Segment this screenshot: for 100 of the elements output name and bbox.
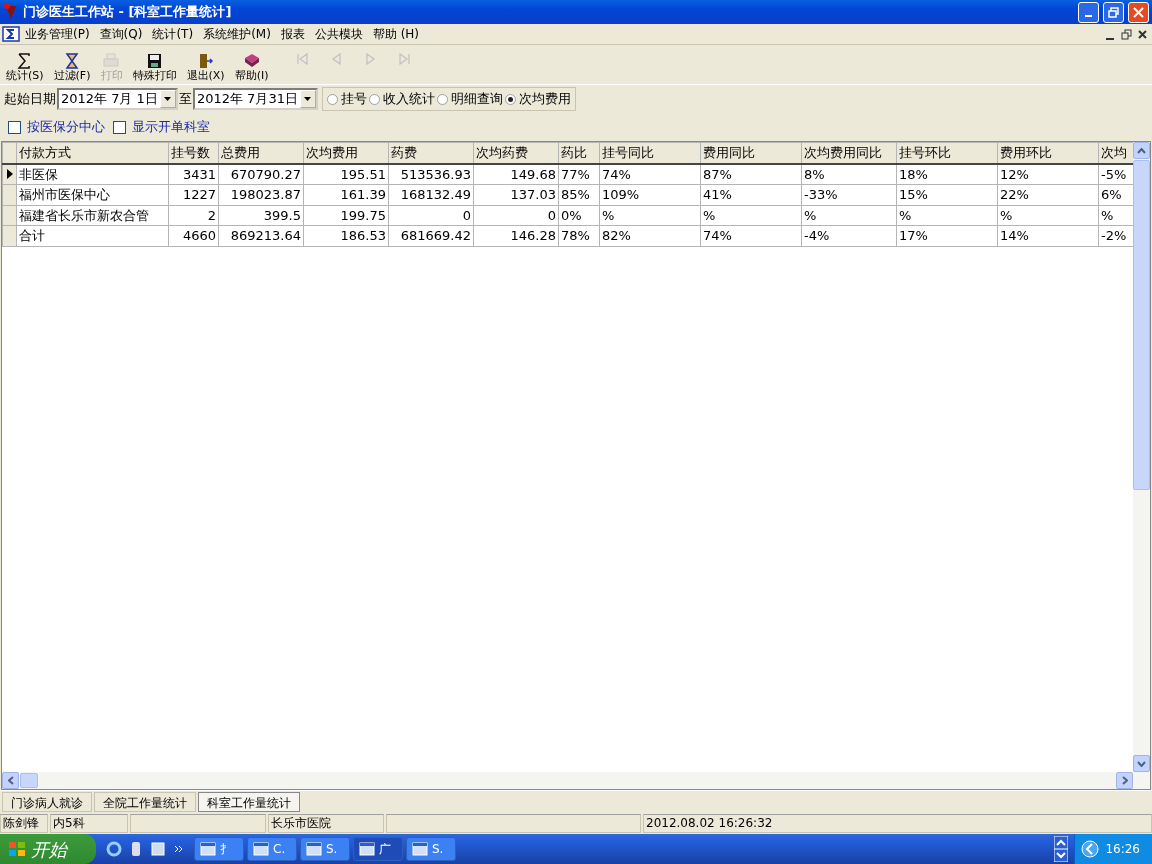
close-icon xyxy=(1133,6,1144,18)
table-cell: 1227 xyxy=(168,184,219,205)
restore-button[interactable] xyxy=(1103,1,1124,23)
table-cell: 198023.87 xyxy=(218,184,304,205)
scroll-down-button[interactable] xyxy=(1133,755,1150,772)
column-header[interactable]: 挂号同比 xyxy=(599,142,701,164)
date-picker[interactable]: 2012年 7月 1日 xyxy=(57,88,178,110)
row-indicator[interactable] xyxy=(2,163,17,185)
taskbar-button[interactable]: C. xyxy=(247,837,297,861)
user-name: 陈剑锋 xyxy=(0,814,48,833)
restore-icon xyxy=(1120,28,1132,40)
scroll-left-button[interactable] xyxy=(2,772,19,789)
chevron-left-icon[interactable] xyxy=(1081,840,1100,858)
date-picker[interactable]: 2012年 7月31日 xyxy=(192,88,318,110)
tab[interactable]: 全院工作量统计 xyxy=(94,792,196,812)
radio-option[interactable]: 收入统计 xyxy=(368,89,435,109)
radio-option[interactable]: 挂号 xyxy=(326,89,367,109)
table-cell: 74% xyxy=(700,225,802,246)
department-name: 内5科 xyxy=(50,814,128,833)
table-cell: 0% xyxy=(558,205,600,226)
menu-item[interactable]: 报表 xyxy=(275,25,310,43)
table-cell: 15% xyxy=(896,184,998,205)
browser-icon[interactable] xyxy=(106,841,122,857)
menu-item[interactable]: 系统维护(M) xyxy=(198,25,276,43)
column-header[interactable]: 药费 xyxy=(388,142,474,164)
window-icon xyxy=(253,841,269,857)
menu-item[interactable]: 统计(T) xyxy=(147,25,199,43)
close-icon xyxy=(1136,28,1148,40)
toolbar-button[interactable]: 过滤(F) xyxy=(49,52,95,82)
table-cell: 0 xyxy=(473,205,559,226)
table-cell: 福建省长乐市新农合管 xyxy=(16,205,169,226)
printer-icon xyxy=(103,52,120,69)
column-header[interactable]: 费用同比 xyxy=(700,142,802,164)
column-header[interactable]: 费用环比 xyxy=(997,142,1099,164)
chevron-icon[interactable] xyxy=(174,844,184,854)
window-title: 门诊医生工作站 - [科室工作量统计] xyxy=(23,3,233,22)
toolbar-button[interactable]: 统计(S) xyxy=(2,52,48,82)
table-cell: 82% xyxy=(599,225,701,246)
column-header[interactable]: 次均药费 xyxy=(473,142,559,164)
clock: 16:26 xyxy=(1105,841,1140,858)
scrollbar-thumb[interactable] xyxy=(20,773,38,788)
column-header[interactable]: 挂号数 xyxy=(168,142,219,164)
dropdown-arrow-icon xyxy=(304,97,312,101)
menu-item[interactable]: 业务管理(P) xyxy=(20,25,95,43)
table-cell: 14% xyxy=(997,225,1099,246)
table-cell: 41% xyxy=(700,184,802,205)
menu-item[interactable]: 公共模块 xyxy=(309,25,368,43)
menu-item[interactable]: 查询(Q) xyxy=(94,25,148,43)
column-header[interactable]: 次均费用同比 xyxy=(801,142,897,164)
column-header[interactable]: 总费用 xyxy=(218,142,304,164)
table-cell: 195.51 xyxy=(303,163,389,185)
table-cell: 670790.27 xyxy=(218,163,304,185)
taskbar-button[interactable]: S. xyxy=(300,837,350,861)
toolbar-button[interactable]: 退出(X) xyxy=(182,52,229,82)
start-button[interactable]: 开始 xyxy=(0,834,96,864)
column-header[interactable]: 挂号环比 xyxy=(896,142,998,164)
dropdown-arrow-icon xyxy=(164,97,172,101)
table-cell: 137.03 xyxy=(473,184,559,205)
table-cell: 3431 xyxy=(168,163,219,185)
close-button[interactable] xyxy=(1128,1,1149,23)
table-cell: 87% xyxy=(700,163,802,185)
scroll-up-button[interactable] xyxy=(1133,142,1150,159)
table-cell: 199.75 xyxy=(303,205,389,226)
tab[interactable]: 门诊病人就诊 xyxy=(2,792,92,812)
column-header[interactable]: 付款方式 xyxy=(16,142,169,164)
scroll-up-icon[interactable] xyxy=(1054,836,1069,849)
table-cell: 77% xyxy=(558,163,600,185)
taskbar-button[interactable]: S. xyxy=(406,837,456,861)
radio-option[interactable]: 明细查询 xyxy=(436,89,503,109)
table-cell: -4% xyxy=(801,225,897,246)
checkbox-option[interactable]: 显示开单科室 xyxy=(113,117,210,137)
taskbar-button[interactable]: 扌 xyxy=(194,837,244,861)
minimize-button[interactable] xyxy=(1078,1,1099,23)
scrollbar-thumb[interactable] xyxy=(1133,160,1150,490)
column-header[interactable]: 次均 xyxy=(1098,142,1133,164)
scroll-down-icon[interactable] xyxy=(1054,849,1069,862)
menu-item[interactable]: 帮助 (H) xyxy=(367,25,425,43)
table-cell: 513536.93 xyxy=(388,163,474,185)
table-cell: -33% xyxy=(801,184,897,205)
taskbar-button[interactable]: 广 xyxy=(353,837,403,861)
column-header[interactable]: 次均费用 xyxy=(303,142,389,164)
book-icon xyxy=(243,52,261,69)
checkbox-option[interactable]: 按医保分中心 xyxy=(8,117,105,137)
document-icon[interactable] xyxy=(150,841,166,857)
scroll-right-button[interactable] xyxy=(1116,772,1133,789)
toolbar-button[interactable]: 帮助(I) xyxy=(230,52,273,82)
computer-icon[interactable] xyxy=(130,841,142,857)
table-cell: 2 xyxy=(168,205,219,226)
mdi-restore-button[interactable] xyxy=(1118,26,1134,42)
tab[interactable]: 科室工作量统计 xyxy=(198,792,300,812)
table-cell: % xyxy=(801,205,897,226)
app-logo-icon xyxy=(3,3,19,21)
hourglass-icon xyxy=(63,52,81,69)
table-cell: 非医保 xyxy=(16,163,169,185)
toolbar-button[interactable]: 特殊打印 xyxy=(128,52,181,82)
column-header[interactable]: 药比 xyxy=(558,142,600,164)
table-cell: 8% xyxy=(801,163,897,185)
radio-option[interactable]: 次均费用 xyxy=(504,89,571,109)
minimize-icon xyxy=(1085,15,1092,17)
windows-flag-icon xyxy=(8,841,26,857)
